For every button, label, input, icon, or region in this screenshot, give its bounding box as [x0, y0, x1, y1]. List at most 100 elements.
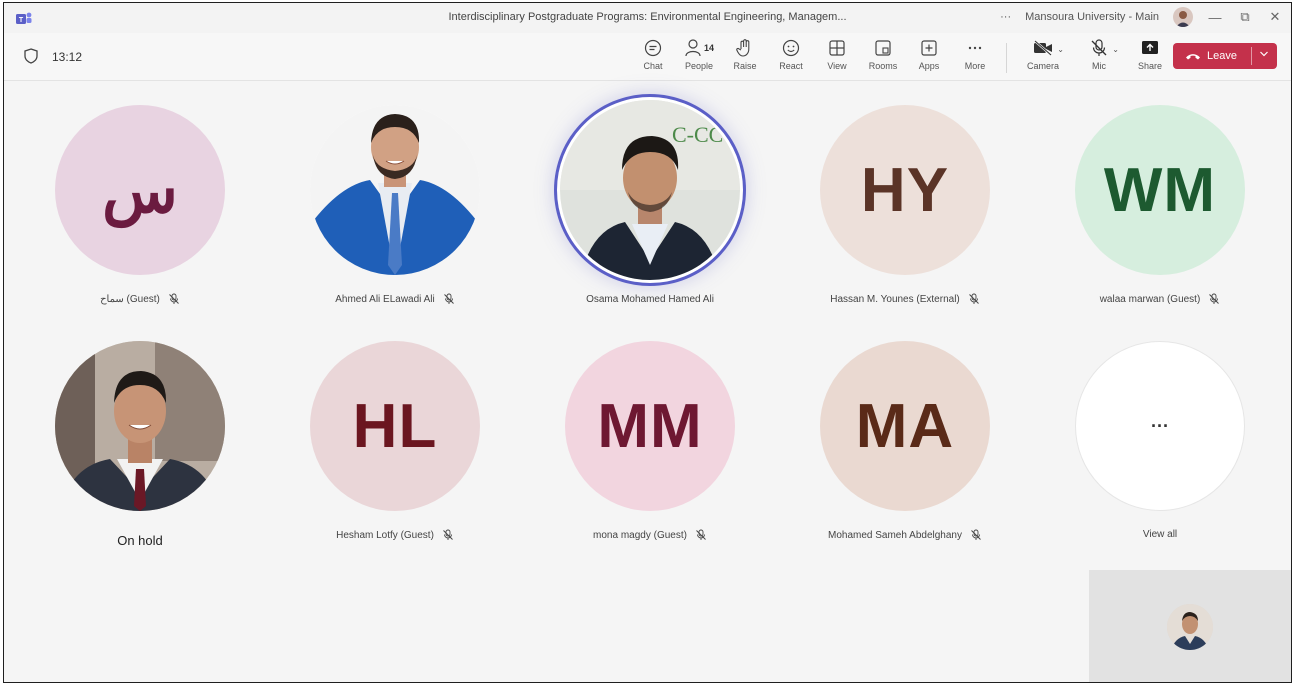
avatar-initials: MA [855, 391, 955, 461]
breakout-rooms-icon [875, 40, 891, 56]
view-button[interactable]: View [814, 37, 860, 71]
teams-window: T Interdisciplinary Postgraduate Program… [3, 2, 1292, 683]
participant-tile[interactable]: س سماح (Guest) [40, 105, 240, 305]
toolbar-divider [1006, 43, 1007, 73]
participant-name-row: Hassan M. Younes (External) [830, 293, 980, 305]
camera-label: Camera [1026, 61, 1059, 71]
avatar-initials: HL [352, 391, 438, 461]
title-bar: T Interdisciplinary Postgraduate Program… [4, 3, 1291, 33]
self-view[interactable] [1089, 570, 1291, 682]
people-button[interactable]: 14 People [676, 37, 722, 71]
participant-tile[interactable]: HL Hesham Lotfy (Guest) [295, 341, 495, 541]
muted-mic-icon [169, 293, 179, 304]
participant-tile[interactable]: MA Mohamed Sameh Abdelghany [805, 341, 1005, 541]
leave-divider [1251, 47, 1252, 65]
participant-avatar: MM [565, 341, 735, 511]
hang-up-icon [1186, 54, 1200, 60]
mic-label: Mic [1092, 61, 1106, 71]
raise-label: Raise [733, 61, 757, 71]
more-label: More [964, 61, 986, 71]
muted-mic-icon [443, 293, 454, 304]
minimize-button[interactable]: — [1207, 10, 1223, 25]
participant-name: On hold [117, 533, 163, 548]
more-options-icon[interactable]: ··· [1000, 11, 1011, 23]
people-label: People [684, 61, 714, 71]
leave-label: Leave [1207, 50, 1237, 62]
participant-photo [55, 341, 225, 511]
view-all-circle: ··· [1075, 341, 1245, 511]
participant-name-row: سماح (Guest) [100, 293, 180, 305]
participant-avatar: WM [1075, 105, 1245, 275]
participant-tile[interactable]: MM mona magdy (Guest) [550, 341, 750, 541]
meeting-toolbar: 13:12 Chat 14 People Raise React View Ro… [4, 33, 1291, 81]
chat-button[interactable]: Chat [630, 37, 676, 71]
mic-button[interactable]: ⌄ Mic [1071, 37, 1127, 71]
muted-mic-icon [1209, 293, 1220, 304]
camera-button[interactable]: ⌄ Camera [1015, 37, 1071, 71]
people-count: 14 [703, 43, 714, 53]
close-button[interactable]: ✕ [1267, 9, 1283, 25]
participant-name: mona magdy (Guest) [593, 529, 687, 541]
raise-hand-icon [736, 39, 750, 57]
participant-tile-on-hold[interactable]: On hold [40, 341, 240, 548]
person-photo-icon: C-CC [560, 100, 740, 280]
muted-mic-icon [971, 529, 981, 540]
raise-hand-button[interactable]: Raise [722, 37, 768, 71]
more-participants-icon: ··· [1151, 415, 1169, 436]
participant-tile-speaking[interactable]: C-CC Osama Mohamed Hamed Ali [550, 97, 750, 305]
avatar-initials: س [102, 156, 178, 226]
participant-tile[interactable]: HY Hassan M. Younes (External) [805, 105, 1005, 305]
view-label: View [827, 61, 847, 71]
account-avatar[interactable] [1173, 7, 1193, 27]
people-icon [685, 39, 701, 57]
share-label: Share [1137, 61, 1163, 71]
participant-tile[interactable]: Ahmed Ali ELawadi Ali [295, 105, 495, 305]
react-label: React [779, 61, 803, 71]
avatar-initials: WM [1103, 155, 1217, 225]
leave-button[interactable]: Leave [1173, 43, 1277, 69]
view-all-tile[interactable]: ··· View all [1060, 341, 1260, 540]
camera-off-icon [1034, 40, 1052, 56]
participant-avatar: س [55, 105, 225, 275]
rooms-label: Rooms [868, 61, 898, 71]
participant-name-row: Mohamed Sameh Abdelghany [828, 529, 982, 541]
react-button[interactable]: React [768, 37, 814, 71]
smiley-icon [782, 39, 800, 57]
person-photo-icon [55, 341, 225, 511]
chat-icon [644, 39, 662, 57]
participant-photo: C-CC [557, 97, 743, 283]
apps-button[interactable]: Apps [906, 37, 952, 71]
leave-chevron-icon[interactable] [1259, 49, 1269, 59]
participant-name: Hesham Lotfy (Guest) [336, 529, 434, 541]
more-button[interactable]: More [952, 37, 998, 71]
rooms-button[interactable]: Rooms [860, 37, 906, 71]
participant-tile[interactable]: WM walaa marwan (Guest) [1060, 105, 1260, 305]
share-button[interactable]: Share [1127, 37, 1173, 71]
apps-icon [921, 40, 937, 56]
mic-chevron-icon[interactable]: ⌄ [1112, 45, 1119, 54]
shield-icon[interactable] [24, 48, 38, 64]
view-all-label: View all [1142, 529, 1178, 540]
more-dots-icon [968, 46, 982, 50]
participant-avatar: HY [820, 105, 990, 275]
muted-mic-icon [968, 293, 979, 304]
person-photo-icon [310, 105, 480, 275]
self-avatar [1167, 604, 1213, 650]
participant-name: سماح (Guest) [100, 293, 160, 305]
account-name[interactable]: Mansoura University - Main [1025, 11, 1159, 23]
meeting-timer: 13:12 [52, 50, 83, 64]
participant-name-row: Hesham Lotfy (Guest) [336, 529, 454, 541]
camera-chevron-icon[interactable]: ⌄ [1057, 45, 1064, 54]
grid-view-icon [829, 40, 845, 56]
restore-button[interactable]: ⧉ [1237, 9, 1253, 25]
svg-text:C-CC: C-CC [672, 122, 723, 147]
avatar-initials: MM [597, 391, 703, 461]
participant-name-row: View all [1143, 529, 1177, 540]
participant-name: Osama Mohamed Hamed Ali [586, 294, 714, 305]
avatar-initials: HY [860, 155, 950, 225]
participant-avatar: HL [310, 341, 480, 511]
participant-name: Mohamed Sameh Abdelghany [828, 529, 962, 541]
participant-name: walaa marwan (Guest) [1099, 293, 1201, 305]
muted-mic-icon [443, 529, 453, 540]
participant-photo [310, 105, 480, 275]
